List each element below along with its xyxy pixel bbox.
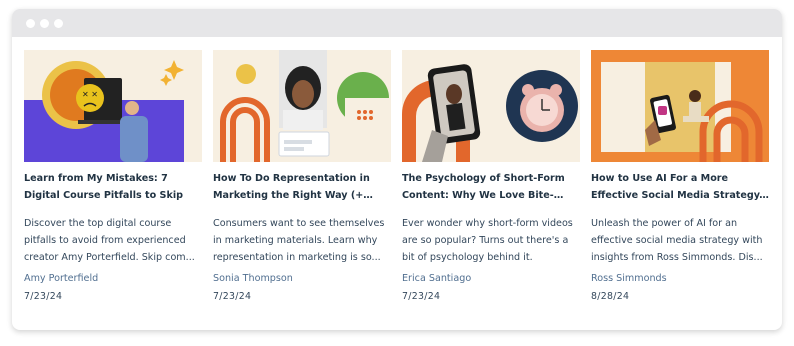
blog-card-date: 7/23/24 xyxy=(24,291,63,302)
blog-card[interactable]: How to Use AI For a More Effective Socia… xyxy=(591,50,769,305)
blog-card-title[interactable]: How To Do Representation in Marketing th… xyxy=(213,170,391,204)
blog-card[interactable]: ✕ ✕ Learn from My Mistakes: 7 Digital Co… xyxy=(24,50,202,305)
blog-card-list: ✕ ✕ Learn from My Mistakes: 7 Digital Co… xyxy=(24,50,769,305)
window-titlebar xyxy=(12,9,782,37)
blog-card-excerpt: Unleash the power of AI for an effective… xyxy=(591,218,763,263)
blog-card-author[interactable]: Sonia Thompson xyxy=(213,271,391,287)
blog-card-date: 7/23/24 xyxy=(213,291,252,302)
blog-card-excerpt: Consumers want to see themselves in mark… xyxy=(213,218,385,263)
window-dot-2 xyxy=(40,18,49,28)
blog-card-excerpt: Discover the top digital course pitfalls… xyxy=(24,218,195,263)
browser-window: ✕ ✕ Learn from My Mistakes: 7 Digital Co… xyxy=(12,9,782,330)
blog-card-date: 7/23/24 xyxy=(402,291,441,302)
window-dot-3 xyxy=(54,18,63,28)
blog-card-title[interactable]: Learn from My Mistakes: 7 Digital Course… xyxy=(24,170,202,204)
blog-card-author[interactable]: Amy Porterfield xyxy=(24,271,202,287)
blog-card-author[interactable]: Erica Santiago xyxy=(402,271,580,287)
blog-card-title[interactable]: How to Use AI For a More Effective Socia… xyxy=(591,170,769,204)
blog-card-thumbnail[interactable]: ✕ ✕ xyxy=(24,50,202,162)
blog-card-title[interactable]: The Psychology of Short-Form Content: Wh… xyxy=(402,170,580,204)
window-dot-1 xyxy=(26,18,35,28)
blog-card-date: 8/28/24 xyxy=(591,291,630,302)
blog-card-excerpt: Ever wonder why short-form videos are so… xyxy=(402,218,573,263)
blog-card-author[interactable]: Ross Simmonds xyxy=(591,271,769,287)
blog-card-thumbnail[interactable] xyxy=(402,50,580,162)
blog-card-thumbnail[interactable] xyxy=(591,50,769,162)
blog-card[interactable]: How To Do Representation in Marketing th… xyxy=(213,50,391,305)
blog-card-thumbnail[interactable] xyxy=(213,50,391,162)
blog-card[interactable]: The Psychology of Short-Form Content: Wh… xyxy=(402,50,580,305)
svg-text:✕ ✕: ✕ ✕ xyxy=(82,90,98,99)
